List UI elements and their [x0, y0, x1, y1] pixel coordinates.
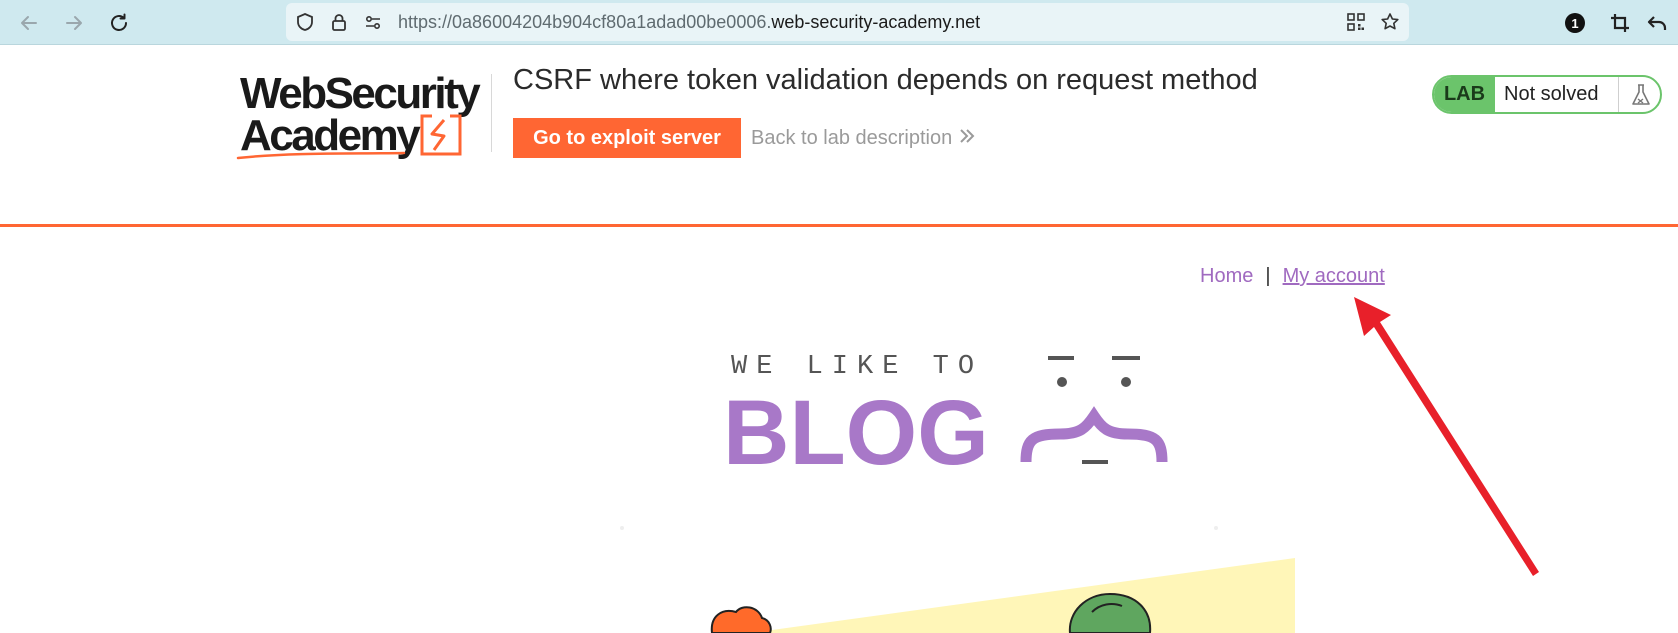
url-prefix: https://0a86004204b904cf80a1adad00be0006… — [398, 12, 772, 32]
header-separator-line — [0, 224, 1678, 227]
header-divider — [491, 74, 492, 152]
crop-icon[interactable] — [1603, 6, 1637, 40]
site-permissions-icon[interactable] — [362, 11, 384, 33]
forward-arrow-icon[interactable] — [57, 6, 91, 40]
lab-title: CSRF where token validation depends on r… — [513, 64, 1258, 96]
hero-headline: BLOG — [723, 382, 989, 484]
back-to-lab-description-link[interactable]: Back to lab description — [751, 127, 952, 150]
url-text[interactable]: https://0a86004204b904cf80a1adad00be0006… — [398, 12, 980, 33]
flask-icon — [1618, 77, 1660, 112]
browser-toolbar: https://0a86004204b904cf80a1adad00be0006… — [0, 0, 1678, 45]
undo-icon[interactable] — [1640, 6, 1674, 40]
bookmark-star-icon[interactable] — [1379, 11, 1401, 33]
qr-code-icon[interactable] — [1345, 11, 1367, 33]
lab-status-tag: LAB — [1434, 77, 1495, 112]
lab-status-text: Not solved — [1504, 83, 1599, 105]
my-account-link[interactable]: My account — [1283, 265, 1385, 287]
nav-separator: | — [1265, 265, 1271, 287]
reload-icon[interactable] — [102, 6, 136, 40]
go-to-exploit-server-button[interactable]: Go to exploit server — [513, 118, 741, 158]
shield-icon[interactable] — [294, 11, 316, 33]
hero-tagline: WE LIKE TO — [731, 352, 984, 382]
blog-face-icon — [1020, 356, 1168, 464]
url-domain: web-security-academy.net — [771, 12, 981, 32]
blog-nav: Home | My account — [1200, 265, 1385, 288]
blog-hero-illustration — [620, 526, 1295, 633]
lab-status-widget: LAB Not solved — [1432, 75, 1662, 114]
extension-badge-icon[interactable]: 1 — [1558, 6, 1592, 40]
address-bar[interactable]: https://0a86004204b904cf80a1adad00be0006… — [286, 3, 1409, 41]
home-link[interactable]: Home — [1200, 265, 1253, 287]
extension-badge-count: 1 — [1571, 15, 1579, 31]
double-chevron-right-icon[interactable] — [958, 126, 976, 152]
web-security-academy-logo[interactable]: WebSecurity Academy — [236, 70, 492, 164]
lock-icon[interactable] — [328, 11, 350, 33]
back-arrow-icon[interactable] — [12, 6, 46, 40]
logo-accent-icon — [236, 114, 462, 160]
